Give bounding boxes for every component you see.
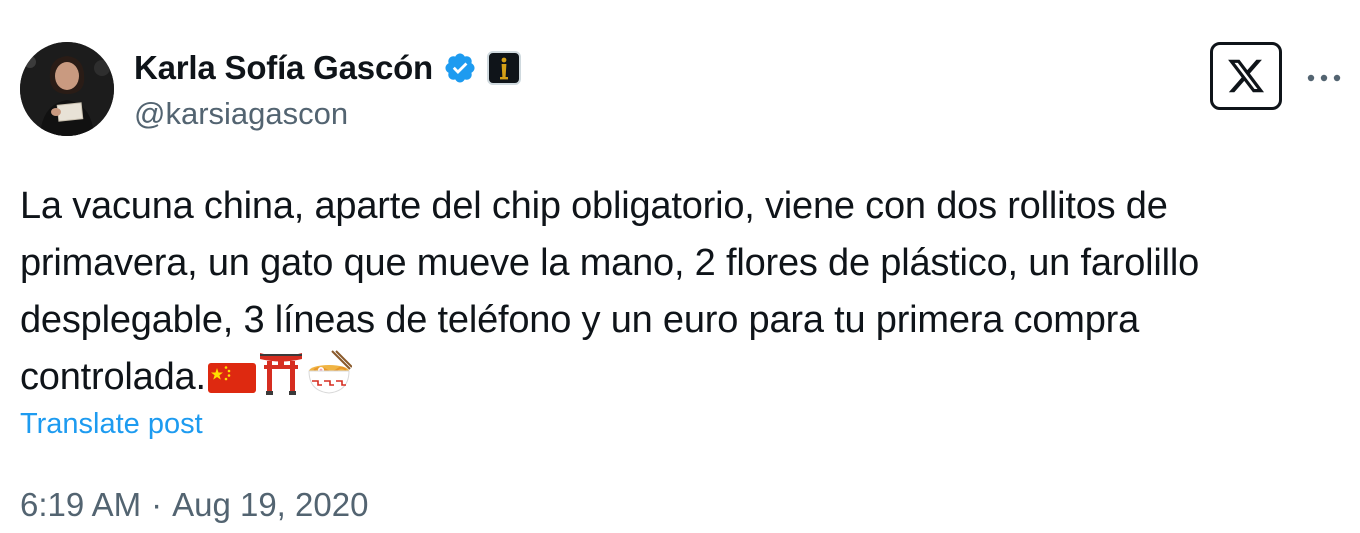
timestamp-time[interactable]: 6:19 AM bbox=[20, 486, 141, 524]
timestamp-separator: · bbox=[151, 486, 163, 523]
torii-gate-icon bbox=[258, 349, 304, 412]
ramen-bowl-icon bbox=[306, 349, 353, 412]
affiliation-badge-icon[interactable] bbox=[487, 51, 522, 85]
author-handle[interactable]: @karsiagascon bbox=[134, 96, 348, 132]
author-name-row: Karla Sofía Gascón bbox=[134, 46, 522, 90]
avatar[interactable] bbox=[20, 42, 114, 136]
translate-post-link[interactable]: Translate post bbox=[20, 408, 203, 441]
verified-badge-icon[interactable] bbox=[443, 51, 477, 85]
tweet-text-last-line: controlada. bbox=[20, 349, 1340, 412]
flag-china-icon bbox=[207, 355, 256, 412]
tweet-text: La vacuna china, aparte del chip obligat… bbox=[20, 178, 1340, 412]
x-logo-icon[interactable] bbox=[1210, 42, 1282, 110]
more-options-icon[interactable] bbox=[1304, 58, 1344, 98]
timestamp-date[interactable]: Aug 19, 2020 bbox=[172, 486, 368, 524]
tweet-timestamp: 6:19 AM · Aug 19, 2020 bbox=[20, 486, 368, 524]
tweet-text-line: La vacuna china, aparte del chip obligat… bbox=[20, 185, 1168, 227]
tweet-text-line: desplegable, 3 líneas de teléfono y un e… bbox=[20, 299, 1140, 341]
author-display-name[interactable]: Karla Sofía Gascón bbox=[134, 49, 433, 87]
tweet-text-line: controlada. bbox=[20, 356, 206, 398]
avatar-photo bbox=[20, 42, 114, 136]
tweet-text-line: primavera, un gato que mueve la mano, 2 … bbox=[20, 242, 1200, 284]
tweet-card: Karla Sofía Gascón @karsiagascon La vacu… bbox=[0, 0, 1360, 533]
